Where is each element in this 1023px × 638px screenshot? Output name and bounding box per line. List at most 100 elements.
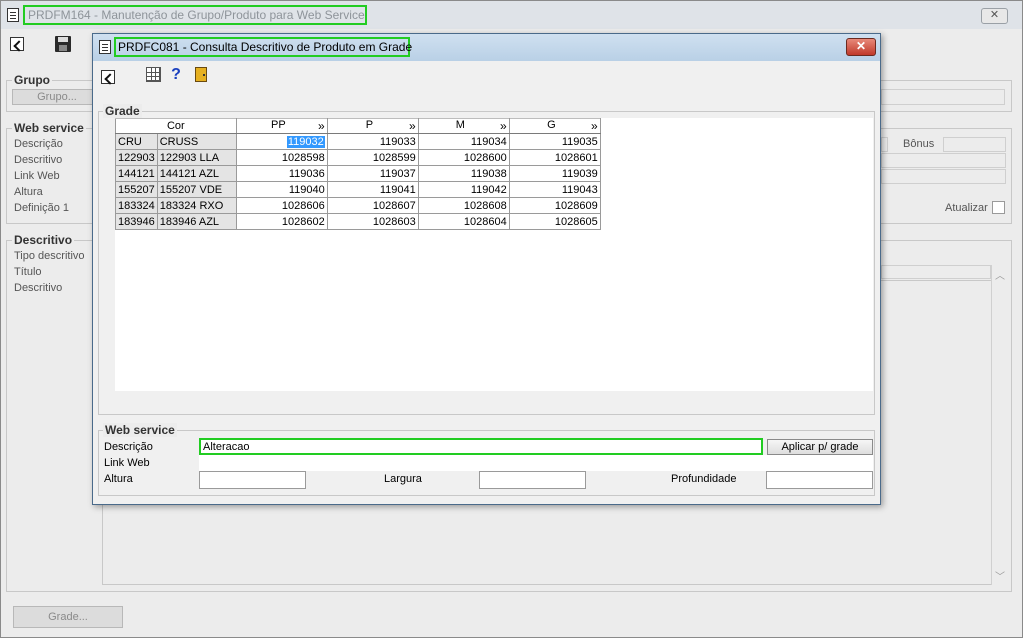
grid-cell[interactable]: 119033	[326, 133, 419, 150]
row-code: 144121	[115, 165, 158, 182]
grade-table-area[interactable]: Cor PP» P» M» G» CRU CRUSS 119032 119033…	[115, 118, 873, 391]
document-icon	[7, 8, 19, 22]
grid-cell[interactable]: 119040	[235, 181, 328, 198]
grade-table: Cor PP» P» M» G» CRU CRUSS 119032 119033…	[115, 118, 601, 230]
table-row[interactable]: 183324 183324 RXO 1028606 1028607 102860…	[115, 197, 601, 214]
descritivo-group-label: Descritivo	[12, 233, 75, 247]
column-header-pp[interactable]: PP»	[235, 118, 328, 134]
row-desc: 183324 RXO	[156, 197, 237, 214]
dialog-profundidade-input[interactable]	[766, 471, 873, 489]
grid-cell[interactable]: 119036	[235, 165, 328, 182]
save-icon[interactable]	[55, 36, 71, 52]
exit-icon[interactable]	[101, 70, 115, 84]
grid-cell[interactable]: 1028599	[326, 149, 419, 166]
grid-cell[interactable]: 1028604	[417, 213, 510, 230]
row-code: 183946	[115, 213, 158, 230]
grid-cell[interactable]: 1028608	[417, 197, 510, 214]
web-service-group-label: Web service	[12, 121, 86, 135]
grid-cell[interactable]: 119039	[508, 165, 601, 182]
grid-cell[interactable]: 1028607	[326, 197, 419, 214]
grid-cell[interactable]: 1028600	[417, 149, 510, 166]
aplicar-grade-button[interactable]: Aplicar p/ grade	[767, 439, 873, 455]
dialog-largura-label: Largura	[384, 473, 422, 485]
row-desc: CRUSS	[156, 133, 237, 150]
grid-cell[interactable]: 1028602	[235, 213, 328, 230]
grid-icon[interactable]	[146, 67, 161, 82]
grid-cell[interactable]: 119034	[417, 133, 510, 150]
row-desc: 155207 VDE	[156, 181, 237, 198]
row-code: CRU	[115, 133, 158, 150]
column-header-p[interactable]: P»	[326, 118, 419, 134]
dialog-profundidade-label: Profundidade	[671, 473, 737, 485]
row-desc: 183946 AZL	[156, 213, 237, 230]
table-row[interactable]: 144121 144121 AZL 119036 119037 119038 1…	[115, 165, 601, 182]
descritivo-scrollbar[interactable]: ︿ ﹀	[991, 265, 1007, 585]
dialog-altura-input[interactable]	[199, 471, 306, 489]
bonus-label: Bônus	[903, 138, 935, 150]
grid-cell[interactable]: 119035	[508, 133, 601, 150]
descritivo-text-label: Descritivo	[14, 282, 63, 294]
chevron-right-icon[interactable]: »	[500, 119, 507, 133]
chevron-right-icon[interactable]: »	[318, 119, 325, 133]
table-row[interactable]: 183946 183946 AZL 1028602 1028603 102860…	[115, 213, 601, 230]
titulo-label: Título	[14, 266, 42, 278]
scroll-up-icon[interactable]: ︿	[995, 267, 1005, 282]
row-code: 155207	[115, 181, 158, 198]
dialog-close-button[interactable]: ✕	[846, 38, 876, 56]
grade-button[interactable]: Grade...	[13, 606, 123, 628]
dialog-largura-input[interactable]	[479, 471, 586, 489]
chevron-right-icon[interactable]: »	[409, 119, 416, 133]
grid-cell[interactable]: 1028606	[235, 197, 328, 214]
dialog-descricao-input[interactable]: Alteracao	[199, 438, 763, 455]
row-desc: 122903 LLA	[156, 149, 237, 166]
titulo-field[interactable]	[881, 265, 991, 279]
exit-icon[interactable]	[10, 37, 24, 51]
dialog-descricao-label: Descrição	[104, 441, 153, 453]
grid-cell-selected[interactable]: 119032	[235, 133, 328, 150]
row-code: 122903	[115, 149, 158, 166]
atualizar-checkbox[interactable]	[992, 201, 1005, 214]
grid-cell[interactable]: 1028605	[508, 213, 601, 230]
grid-cell[interactable]: 1028603	[326, 213, 419, 230]
table-row[interactable]: 155207 155207 VDE 119040 119041 119042 1…	[115, 181, 601, 198]
scroll-down-icon[interactable]: ﹀	[995, 568, 1005, 583]
grid-cell[interactable]: 1028601	[508, 149, 601, 166]
background-close-button[interactable]: ✕	[981, 8, 1008, 24]
bonus-field[interactable]	[943, 137, 1006, 152]
grid-cell[interactable]: 119041	[326, 181, 419, 198]
row-desc: 144121 AZL	[156, 165, 237, 182]
grid-cell[interactable]: 119037	[326, 165, 419, 182]
grade-group-label: Grade	[103, 104, 142, 118]
background-titlebar: PRDFM164 - Manutenção de Grupo/Produto p…	[1, 1, 1022, 29]
dialog-titlebar: PRDFC081 - Consulta Descritivo de Produt…	[93, 34, 880, 61]
column-header-cor[interactable]: Cor	[115, 118, 237, 134]
grid-cell[interactable]: 119042	[417, 181, 510, 198]
door-exit-icon[interactable]	[195, 67, 207, 82]
grupo-group-label: Grupo	[12, 73, 52, 87]
dialog-altura-label: Altura	[104, 473, 133, 485]
grade-header-row: Cor PP» P» M» G»	[115, 118, 601, 134]
row-code: 183324	[115, 197, 158, 214]
grid-cell[interactable]: 119043	[508, 181, 601, 198]
grid-cell[interactable]: 119038	[417, 165, 510, 182]
definicao-1-label: Definição 1	[14, 202, 70, 214]
dialog-web-service-label: Web service	[103, 423, 177, 437]
atualizar-label: Atualizar	[945, 202, 988, 214]
descritivo-field[interactable]	[881, 153, 1006, 168]
tipo-descritivo-label: Tipo descritivo	[14, 250, 85, 262]
help-icon[interactable]: ?	[168, 67, 184, 83]
column-header-m[interactable]: M»	[417, 118, 510, 134]
link-web-field[interactable]	[881, 169, 1006, 184]
grid-cell[interactable]: 1028609	[508, 197, 601, 214]
column-header-g[interactable]: G»	[508, 118, 601, 134]
dialog-title: PRDFC081 - Consulta Descritivo de Produt…	[114, 37, 412, 57]
dialog-link-web-input[interactable]	[199, 455, 873, 471]
chevron-right-icon[interactable]: »	[591, 119, 598, 133]
grid-cell[interactable]: 1028598	[235, 149, 328, 166]
bonus-prefix-field[interactable]	[881, 137, 888, 152]
table-row[interactable]: CRU CRUSS 119032 119033 119034 119035	[115, 133, 601, 150]
grupo-field[interactable]	[881, 89, 1005, 105]
grupo-button[interactable]: Grupo...	[12, 89, 102, 105]
table-row[interactable]: 122903 122903 LLA 1028598 1028599 102860…	[115, 149, 601, 166]
dialog-toolbar: ?	[93, 61, 880, 89]
